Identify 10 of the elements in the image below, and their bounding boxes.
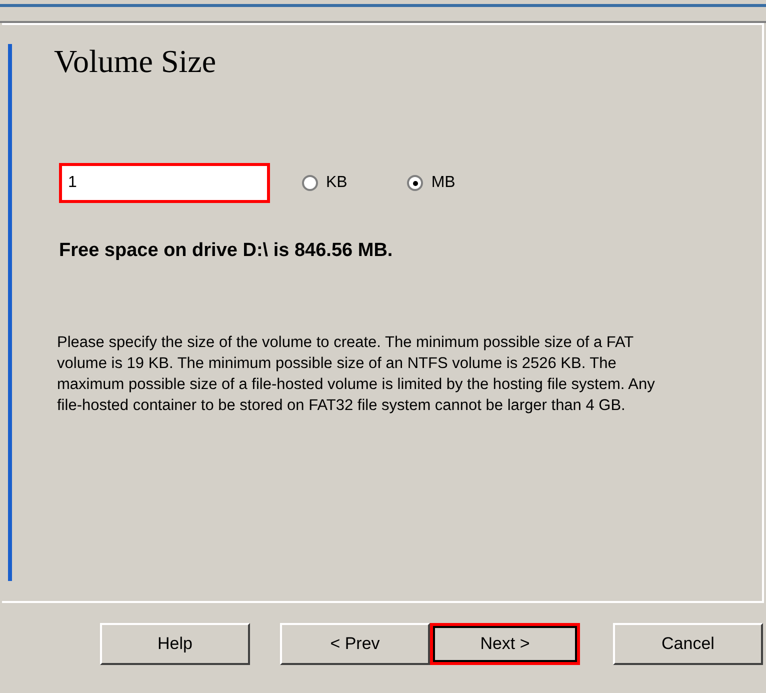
- description-text: Please specify the size of the volume to create. The minimum possible size of a FAT volume is 19 KB. The minimum possible size of an NTFS volume is 2526 KB. The maximum possible size of a file-hosted volume is limited by the hosting file system. Any file-hosted container to be stored on FAT32 file system cannot be larger than 4 GB.: [57, 332, 656, 416]
- wizard-button[interactable]: Help: [100, 623, 250, 665]
- wizard-button[interactable]: Next >: [430, 623, 580, 665]
- size-input-field[interactable]: 1: [59, 163, 270, 203]
- wizard-button[interactable]: < Prev: [280, 623, 430, 665]
- page-title: Volume Size: [54, 42, 218, 81]
- free-space-text: Free space on drive D:\ is 846.56 MB.: [59, 239, 394, 263]
- unit-radio[interactable]: MB: [407, 171, 456, 195]
- unit-radio[interactable]: KB: [302, 171, 348, 195]
- wizard-button[interactable]: Cancel: [613, 623, 763, 665]
